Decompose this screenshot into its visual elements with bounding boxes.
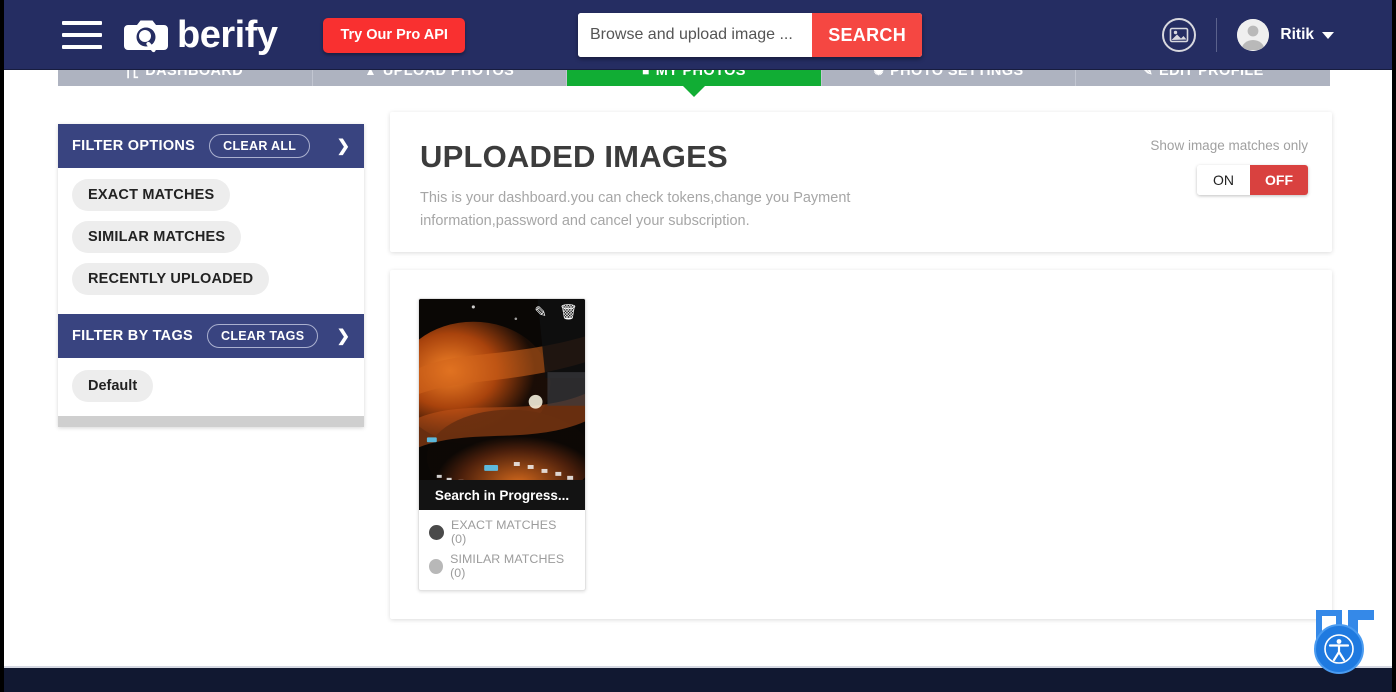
image-card[interactable]: ✎ 🗑 Search in Progress... EXACT MATCHES … <box>418 298 586 591</box>
page-root: ⎢⎣ DASHBOARD ▲ UPLOAD PHOTOS ■ MY PHOTOS… <box>0 0 1396 692</box>
thumbnail-photo <box>419 299 585 508</box>
thumbnail-actions: ✎ 🗑 <box>534 305 578 320</box>
page-content: FILTER OPTIONS CLEAR ALL ❯ EXACT MATCHES… <box>4 86 1392 668</box>
filters-sidebar: FILTER OPTIONS CLEAR ALL ❯ EXACT MATCHES… <box>58 124 364 427</box>
search-button[interactable]: SEARCH <box>812 13 922 57</box>
gallery-panel: ✎ 🗑 Search in Progress... EXACT MATCHES … <box>390 270 1332 619</box>
filter-recently-uploaded[interactable]: RECENTLY UPLOADED <box>72 263 270 295</box>
pencil-icon[interactable]: ✎ <box>534 305 547 320</box>
filter-by-tags-header[interactable]: FILTER BY TAGS CLEAR TAGS ❯ <box>58 314 364 358</box>
hamburger-icon[interactable] <box>62 21 102 49</box>
exact-matches-label: EXACT MATCHES (0) <box>450 518 557 546</box>
brand[interactable]: berify <box>124 14 278 56</box>
image-thumbnail[interactable]: ✎ 🗑 Search in Progress... <box>419 299 585 510</box>
avatar[interactable] <box>1237 19 1270 51</box>
page-left-border <box>0 0 4 692</box>
try-pro-api-button[interactable]: Try Our Pro API <box>323 17 465 53</box>
globe-light-icon <box>429 558 444 574</box>
clear-all-button[interactable]: CLEAR ALL <box>209 134 311 158</box>
photo-circle-icon[interactable] <box>1162 18 1197 52</box>
filter-options-list: EXACT MATCHES SIMILAR MATCHES RECENTLY U… <box>58 168 364 314</box>
camera-search-logo-icon <box>124 15 170 55</box>
similar-matches-row[interactable]: SIMILAR MATCHES (0) <box>419 549 585 583</box>
filter-similar-matches[interactable]: SIMILAR MATCHES <box>72 221 242 253</box>
user-name[interactable]: Ritik <box>1280 26 1314 44</box>
filter-options-header[interactable]: FILTER OPTIONS CLEAR ALL ❯ <box>58 124 364 168</box>
page-footer <box>0 668 1396 692</box>
brand-name: berify <box>177 14 278 56</box>
tag-default[interactable]: Default <box>72 370 154 402</box>
search-bar: SEARCH <box>578 13 922 57</box>
sidebar-horizontal-scrollbar[interactable] <box>58 416 364 427</box>
search-input[interactable] <box>578 13 813 57</box>
card-match-info: EXACT MATCHES (0) SIMILAR MATCHES (0) <box>419 510 585 590</box>
toggle-label: Show image matches only <box>1150 138 1308 153</box>
trash-icon[interactable]: 🗑 <box>559 305 578 320</box>
exact-matches-row[interactable]: EXACT MATCHES (0) <box>419 515 585 549</box>
header-right-actions: Ritik <box>1162 0 1334 70</box>
uploaded-images-header-panel: UPLOADED IMAGES This is your dashboard.y… <box>390 112 1332 252</box>
page-right-border <box>1392 0 1396 692</box>
show-image-matches-toggle[interactable]: ON OFF <box>1197 165 1308 195</box>
tag-list: Default <box>58 358 364 416</box>
filter-options-title: FILTER OPTIONS <box>72 138 196 154</box>
search-status-bar: Search in Progress... <box>419 480 585 510</box>
page-subtitle: This is your dashboard.you can check tok… <box>420 190 851 230</box>
main-column: UPLOADED IMAGES This is your dashboard.y… <box>390 112 1332 619</box>
filter-by-tags-title: FILTER BY TAGS <box>72 328 194 344</box>
chevron-right-icon[interactable]: ❯ <box>337 326 350 346</box>
clear-tags-button[interactable]: CLEAR TAGS <box>207 324 319 348</box>
image-matches-toggle-area: Show image matches only ON OFF <box>1150 138 1308 195</box>
chevron-right-icon[interactable]: ❯ <box>337 136 350 156</box>
globe-dark-icon <box>429 524 444 540</box>
similar-matches-label: SIMILAR MATCHES (0) <box>450 552 565 580</box>
filter-exact-matches[interactable]: EXACT MATCHES <box>72 179 231 211</box>
toggle-on-option[interactable]: ON <box>1197 165 1250 195</box>
accessibility-icon[interactable] <box>1314 624 1364 674</box>
app-header: berify Try Our Pro API SEARCH <box>0 0 1396 70</box>
header-divider <box>1216 18 1218 52</box>
toggle-off-option[interactable]: OFF <box>1250 165 1308 195</box>
chevron-down-icon[interactable] <box>1322 31 1334 39</box>
footer-divider <box>4 666 1392 668</box>
